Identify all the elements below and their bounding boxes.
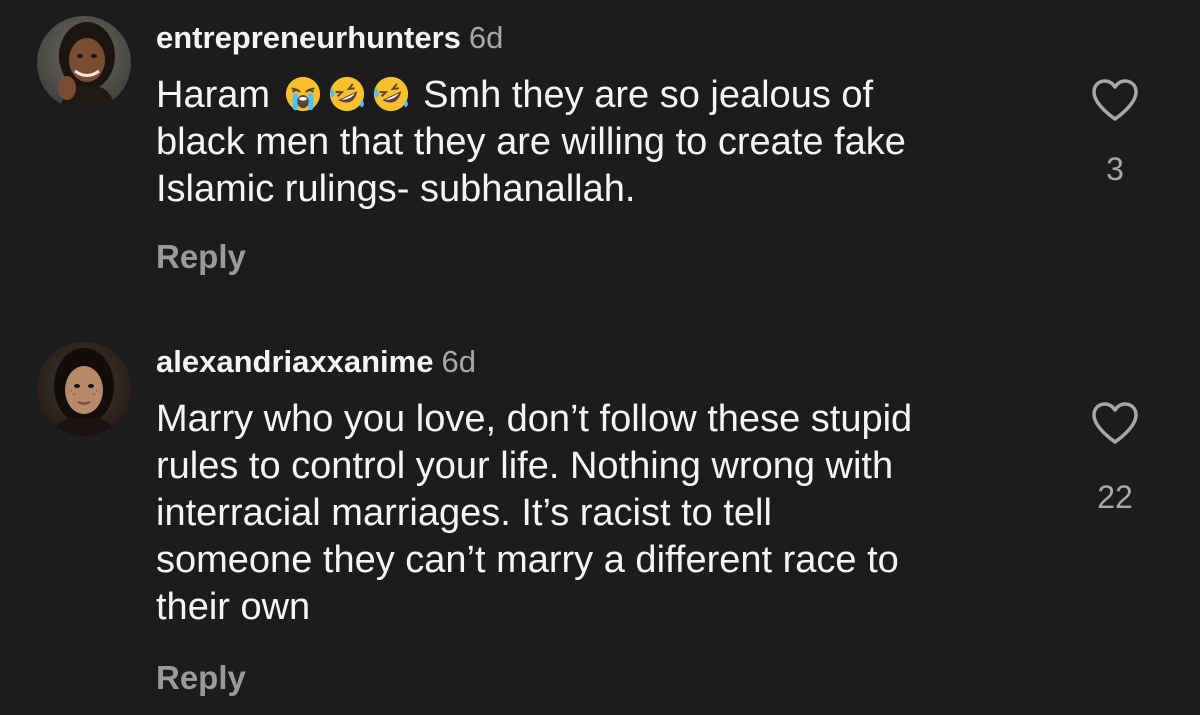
comment-line: someone they can’t marry a different rac… [156,539,899,581]
avatar[interactable] [37,342,131,436]
comment-line: interracial marriages. It’s racist to te… [156,492,772,534]
rolling-on-floor-laughing-icon [329,76,364,112]
reply-button[interactable]: Reply [156,238,246,276]
comment-line: Marry who you love, don’t follow these s… [156,398,913,440]
username[interactable]: entrepreneurhunters [156,20,461,55]
avatar-image [37,342,131,436]
comment-line: Islamic rulings- subhanallah. [156,168,636,210]
comment-alexandriaxxanime: alexandriaxxanime 6d Marry who you love, … [0,320,1200,715]
comment-entrepreneurhunters: entrepreneurhunters 6d Haram Smh they ar… [0,0,1200,320]
like-count: 3 [1106,151,1124,187]
comment-header: alexandriaxxanime 6d [156,342,476,382]
comment-text: Haram Smh they are so jealous of black m… [156,72,1056,213]
comment-header: entrepreneurhunters 6d [156,18,503,58]
comment-text: Marry who you love, don’t follow these s… [156,396,1056,631]
comment-line: Haram Smh they are so jealous of [156,72,1056,119]
comment-text-segment: Haram [156,74,271,116]
comment-line: their own [156,586,311,628]
avatar-image [37,16,131,110]
like-section: 22 [1085,400,1145,516]
heart-icon[interactable] [1090,400,1140,446]
like-section: 3 [1085,77,1145,188]
rolling-on-floor-laughing-icon [373,76,408,112]
like-count: 22 [1097,479,1133,515]
comment-text-segment: Smh they are so jealous of [423,74,874,116]
username[interactable]: alexandriaxxanime [156,344,433,379]
comment-line: rules to control your life. Nothing wron… [156,445,894,487]
loudly-crying-face-icon [285,76,320,112]
avatar[interactable] [37,16,131,110]
heart-icon[interactable] [1090,77,1140,123]
timestamp: 6d [441,344,476,379]
reply-button[interactable]: Reply [156,659,246,697]
comment-line: black men that they are willing to creat… [156,121,906,163]
timestamp: 6d [468,20,504,55]
